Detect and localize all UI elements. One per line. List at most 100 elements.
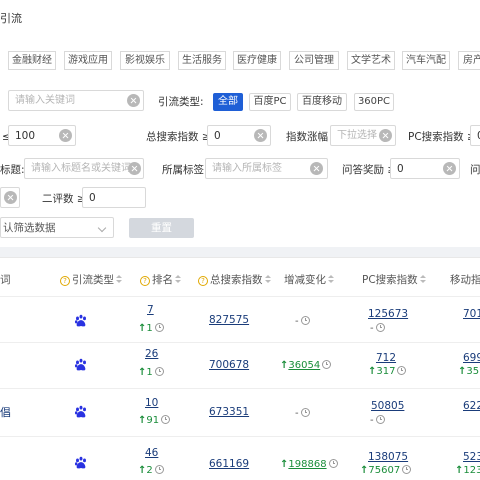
second-comment-input[interactable]: 0 <box>82 187 146 208</box>
category-tag-life[interactable]: 生活服务 <box>178 51 226 70</box>
clock-icon <box>397 366 407 375</box>
clock-icon <box>161 415 171 424</box>
change-value: - <box>295 316 310 328</box>
reset-button[interactable]: 重置 <box>129 218 194 238</box>
index-change-select[interactable]: 下拉选择 <box>330 125 396 146</box>
baidu-paw-icon <box>74 314 86 327</box>
category-tag-health[interactable]: 医疗健康 <box>233 51 281 70</box>
default-filter-select[interactable]: 认筛选数据 <box>0 217 114 238</box>
category-tag-literature[interactable]: 文学艺术 <box>347 51 395 70</box>
change-value: ↑198868 <box>280 459 338 471</box>
clear-icon[interactable] <box>379 129 392 142</box>
total-search-value[interactable]: 661169 <box>209 458 249 471</box>
row-divider <box>0 388 480 389</box>
tag-placeholder: 请输入所属标签 <box>212 163 282 174</box>
filter-panel <box>0 0 480 247</box>
clock-icon <box>300 316 310 325</box>
help-icon: ? <box>140 276 150 286</box>
col-header-rank[interactable]: ? 排名 <box>140 273 181 287</box>
sort-icon[interactable] <box>419 275 426 284</box>
rank-max-input[interactable]: 100 <box>8 125 76 146</box>
clock-icon <box>154 465 164 474</box>
pc-change: ↑317 <box>368 366 407 378</box>
rank-change: ↑1 <box>138 323 164 335</box>
clear-icon[interactable] <box>128 162 141 175</box>
col-header-traffic-type[interactable]: ? 引流类型 <box>60 273 122 287</box>
rank-value[interactable]: 7 <box>147 304 154 317</box>
title-placeholder: 请输入标题名或关键词 <box>31 163 131 174</box>
sort-icon[interactable] <box>116 275 122 284</box>
total-search-value[interactable]: 827575 <box>209 314 249 327</box>
category-tag-games[interactable]: 游戏应用 <box>64 51 112 70</box>
mobile-value[interactable]: 622 <box>463 400 480 413</box>
word-name[interactable]: 倡 <box>0 406 11 419</box>
clock-icon <box>375 415 385 424</box>
tag-input[interactable]: 请输入所属标签 <box>205 158 328 179</box>
col-header-mobile[interactable]: 移动指 <box>450 273 480 287</box>
rank-value[interactable]: 10 <box>145 397 158 410</box>
baidu-paw-icon <box>74 405 86 418</box>
traffic-type-all[interactable]: 全部 <box>213 93 243 111</box>
category-tag-finance[interactable]: 金融财经 <box>8 51 56 70</box>
sort-icon[interactable] <box>175 275 181 284</box>
index-change-label: 指数涨幅 <box>286 131 328 143</box>
mobile-value[interactable]: 701 <box>463 308 480 321</box>
clock-icon <box>402 465 412 474</box>
title-input[interactable]: 请输入标题名或关键词 <box>24 158 144 179</box>
category-tag-auto[interactable]: 汽车汽配 <box>402 51 450 70</box>
rank-value[interactable]: 46 <box>145 447 158 460</box>
pc-search-value[interactable]: 125673 <box>368 308 408 321</box>
category-tag-entertainment[interactable]: 影视娱乐 <box>120 51 170 70</box>
traffic-type-baidu-pc[interactable]: 百度PC <box>249 93 291 111</box>
col-header-total-search[interactable]: ? 总搜索指数 <box>198 273 271 287</box>
sort-icon[interactable] <box>328 275 334 284</box>
col-header-pc-search[interactable]: PC搜索指数 <box>362 273 426 287</box>
clock-icon <box>375 323 385 332</box>
pc-search-input[interactable]: 0 <box>470 125 480 146</box>
total-search-label: 总搜索指数 ≥ <box>146 131 211 143</box>
total-search-value[interactable]: 673351 <box>209 406 249 419</box>
rank-change: ↑2 <box>138 465 164 477</box>
baidu-paw-icon <box>74 456 86 469</box>
clear-icon[interactable] <box>59 129 72 142</box>
category-tag-company[interactable]: 公司管理 <box>289 51 339 70</box>
clear-icon[interactable] <box>4 191 17 204</box>
pc-change: ↑75607 <box>360 465 412 477</box>
clear-icon[interactable] <box>443 162 456 175</box>
clear-icon[interactable] <box>310 162 323 175</box>
keyword-input[interactable]: 请输入关键词 <box>8 90 144 111</box>
rank-value[interactable]: 26 <box>145 348 158 361</box>
more-filter-label: 问 <box>470 164 480 176</box>
pc-search-value[interactable]: 50805 <box>371 400 404 413</box>
clock-icon <box>328 459 338 468</box>
total-search-value[interactable]: 700678 <box>209 359 249 372</box>
baidu-paw-icon <box>74 358 86 371</box>
traffic-type-360pc[interactable]: 360PC <box>354 93 394 111</box>
page-title: 引流 <box>0 12 22 25</box>
answer-reward-value: 0 <box>397 163 404 175</box>
row-divider <box>0 296 480 297</box>
col-header-change[interactable]: 增减变化 <box>284 273 334 287</box>
clock-icon <box>300 408 310 417</box>
total-search-input[interactable]: 0 <box>207 125 271 146</box>
change-value: - <box>295 408 310 420</box>
mobile-value[interactable]: 699 <box>463 352 480 365</box>
help-icon: ? <box>198 276 208 286</box>
traffic-type-baidu-mobile[interactable]: 百度移动 <box>297 93 347 111</box>
pc-search-value[interactable]: 712 <box>376 352 396 365</box>
clear-icon[interactable] <box>254 129 267 142</box>
clock-icon <box>322 360 332 369</box>
clear-icon[interactable] <box>127 94 140 107</box>
category-tag-realestate[interactable]: 房产 <box>458 51 480 70</box>
prev-filter-input[interactable] <box>0 187 20 208</box>
row-divider <box>0 342 480 343</box>
pc-search-value[interactable]: 138075 <box>368 451 408 464</box>
mobile-value[interactable]: 523 <box>463 451 480 464</box>
title-label: 标题: <box>0 164 25 176</box>
answer-reward-input[interactable]: 0 <box>390 158 460 179</box>
col-header-word[interactable]: 词 <box>0 273 11 287</box>
table-top-border <box>0 257 480 258</box>
second-comment-label: 二评数 ≥ <box>42 193 86 205</box>
sort-icon[interactable] <box>264 275 271 284</box>
rank-max-value: 100 <box>15 130 36 142</box>
